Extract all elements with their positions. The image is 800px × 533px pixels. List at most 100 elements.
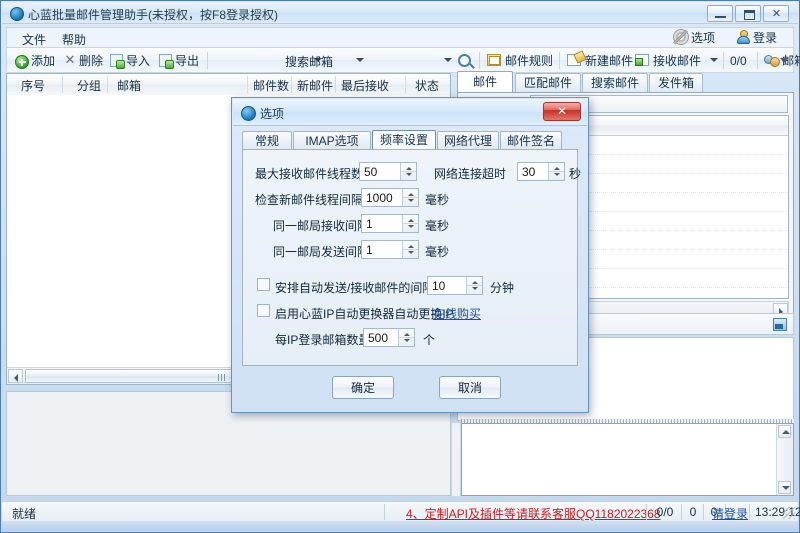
tab-search-mail[interactable]: 搜索邮件: [582, 73, 648, 93]
user-icon: [736, 30, 749, 43]
toolbar-separator-1: [207, 52, 208, 69]
resize-grip[interactable]: [783, 507, 795, 519]
ip-changer-checkbox[interactable]: [257, 304, 270, 317]
column-header-group[interactable]: 分组: [77, 77, 101, 94]
dialog-cancel-button[interactable]: 取消: [439, 376, 501, 399]
main-toolbar: 添加 ✕ 删除 导入 导出 搜索邮箱: [6, 47, 794, 73]
per-ip-value: 500: [368, 331, 388, 345]
header-login-button[interactable]: 登录: [753, 29, 777, 46]
tab-mail[interactable]: 邮件: [457, 71, 513, 93]
header-options-button[interactable]: 选项: [691, 29, 715, 46]
ip-changer-label: 启用心蓝IP自动更换器自动更换IP: [275, 305, 454, 322]
mail-rules-button[interactable]: 邮件规则: [487, 52, 553, 70]
window-titlebar: 心蓝批量邮件管理助手(未授权，按F8登录授权) ✕: [2, 2, 798, 24]
minimize-button[interactable]: [707, 5, 733, 22]
timeout-label: 网络连接超时: [434, 165, 506, 182]
mail-tabs: 邮件 匹配邮件 搜索邮件 发件箱: [457, 71, 794, 93]
same-recv-spinner[interactable]: 1: [361, 214, 419, 233]
delete-button[interactable]: ✕ 删除: [64, 52, 103, 70]
import-label: 导入: [126, 54, 150, 68]
search-scope-combo[interactable]: 搜索邮箱: [283, 51, 367, 70]
column-header-newmail[interactable]: 新邮件: [297, 77, 333, 94]
import-button[interactable]: 导入: [110, 52, 150, 70]
toolbar-separator-3: [559, 52, 560, 69]
scroll-down-arrow[interactable]: [778, 481, 791, 494]
check-interval-value: 1000: [366, 191, 393, 205]
dialog-tabs: 常规 IMAP选项 频率设置 网络代理 邮件签名: [242, 130, 578, 150]
dialog-close-button[interactable]: [543, 102, 581, 121]
header-divider: [62, 76, 63, 93]
auto-schedule-checkbox[interactable]: [257, 278, 270, 291]
toolbar-separator-4: [723, 52, 724, 69]
column-header-mailcount[interactable]: 邮件数: [253, 77, 289, 94]
status-login-link[interactable]: 请登录: [712, 505, 748, 522]
column-header-status[interactable]: 状态: [415, 77, 439, 94]
dialog-tab-proxy[interactable]: 网络代理: [437, 131, 499, 150]
window-bottom-edge: [2, 521, 798, 531]
scroll-up-arrow[interactable]: [778, 425, 791, 438]
search-icon: [458, 54, 471, 67]
menu-item-help[interactable]: 帮助: [59, 31, 89, 48]
status-bar: 就绪 4、定制API及插件等请联系客服QQ1182022368 0/0 0 0 …: [2, 501, 798, 521]
gear-icon: [673, 29, 689, 45]
same-send-value: 1: [366, 243, 373, 257]
search-input[interactable]: [365, 51, 455, 70]
column-header-lastreceive[interactable]: 最后接收: [341, 77, 389, 94]
dialog-tab-signature[interactable]: 邮件签名: [500, 131, 562, 150]
receive-mail-button[interactable]: 接收邮件: [635, 52, 701, 70]
header-divider: [107, 76, 108, 93]
close-button[interactable]: ✕: [763, 5, 789, 22]
x-icon: ✕: [64, 54, 76, 66]
middle-vscrollbar[interactable]: [452, 423, 460, 496]
dialog-tab-imap[interactable]: IMAP选项: [293, 131, 371, 150]
dialog-tab-frequency[interactable]: 频率设置: [372, 130, 436, 150]
rules-icon: [487, 54, 501, 66]
tab-outbox[interactable]: 发件箱: [649, 73, 703, 93]
export-icon: [159, 54, 172, 67]
mail-forward-icon[interactable]: [773, 318, 787, 331]
toolbar-separator-5: [757, 52, 758, 69]
toolbar-overflow-button[interactable]: [780, 55, 789, 66]
timeout-unit: 秒: [569, 165, 581, 182]
add-button[interactable]: 添加: [15, 52, 55, 70]
auto-schedule-unit: 分钟: [490, 279, 514, 296]
tab-matched-mail[interactable]: 匹配邮件: [515, 73, 581, 93]
status-count-total: 0/0: [650, 505, 680, 519]
timeout-spinner[interactable]: 30: [517, 162, 565, 181]
export-button[interactable]: 导出: [159, 52, 199, 70]
search-button[interactable]: [458, 52, 474, 70]
editor-vscrollbar[interactable]: [776, 424, 793, 495]
dialog-ok-button[interactable]: 确定: [332, 376, 394, 399]
buy-online-link[interactable]: 在线购买: [433, 305, 481, 322]
menu-item-file[interactable]: 文件: [19, 31, 49, 48]
column-header-index[interactable]: 序号: [21, 77, 45, 94]
new-mail-label: 新建邮件: [585, 54, 633, 68]
same-recv-label: 同一邮局接收间隔: [273, 217, 369, 234]
check-interval-spinner[interactable]: 1000: [361, 188, 419, 207]
status-notice-link[interactable]: 4、定制API及插件等请联系客服QQ1182022368: [406, 505, 661, 522]
per-ip-spinner[interactable]: 500: [363, 328, 415, 347]
scroll-left-arrow[interactable]: [8, 369, 23, 383]
header-divider: [247, 76, 248, 93]
chevron-down-icon: [710, 58, 718, 62]
same-recv-unit: 毫秒: [425, 217, 449, 234]
same-send-spinner[interactable]: 1: [361, 240, 419, 259]
check-interval-label: 检查新邮件线程间隔: [255, 191, 363, 208]
max-threads-spinner[interactable]: 50: [359, 162, 417, 181]
column-header-mailbox[interactable]: 邮箱: [117, 77, 141, 94]
maximize-button[interactable]: [735, 5, 761, 22]
options-dialog: 选项 常规 IMAP选项 频率设置 网络代理 邮件签名 最大接收邮件线程数 50: [231, 97, 589, 413]
same-recv-value: 1: [366, 217, 373, 231]
dialog-body: 常规 IMAP选项 频率设置 网络代理 邮件签名 最大接收邮件线程数 50 网络…: [242, 130, 578, 366]
dialog-title: 选项: [260, 105, 284, 122]
add-label: 添加: [31, 54, 55, 68]
header-login-label: 登录: [753, 31, 777, 45]
delete-label: 删除: [79, 54, 103, 68]
receive-mail-dropdown[interactable]: [707, 51, 721, 70]
dialog-tab-general[interactable]: 常规: [242, 131, 292, 150]
mail-editor[interactable]: [461, 423, 794, 496]
app-circle-icon: [10, 7, 24, 21]
new-mail-button[interactable]: 新建邮件: [567, 52, 633, 70]
same-send-label: 同一邮局发送间隔: [273, 243, 369, 260]
auto-schedule-spinner[interactable]: 10: [427, 276, 483, 295]
